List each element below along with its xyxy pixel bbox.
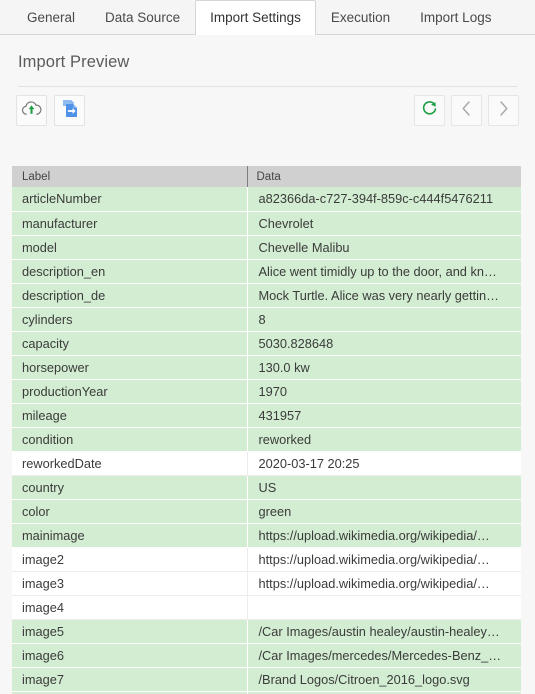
cell-label[interactable]: mileage: [12, 403, 248, 428]
chevron-left-icon: [459, 100, 474, 120]
table-body: articleNumber a82366da-c727-394f-859c-c44…: [12, 187, 521, 694]
table-row[interactable]: description_en Alice went timidly up to t…: [12, 259, 521, 284]
table-row[interactable]: capacity 5030.828648: [12, 331, 521, 356]
table-row[interactable]: country US: [12, 475, 521, 500]
column-header-label[interactable]: Label: [12, 166, 247, 187]
tab-import-logs[interactable]: Import Logs: [405, 0, 506, 34]
table-row[interactable]: condition reworked: [12, 427, 521, 452]
cell-data[interactable]: US: [247, 475, 521, 500]
cell-label[interactable]: cylinders: [12, 307, 248, 332]
cell-label[interactable]: productionYear: [12, 379, 248, 404]
toolbar-left-group: [16, 94, 85, 126]
cell-data[interactable]: /Car Images/austin healey/austin-healey…: [247, 619, 521, 644]
cell-data[interactable]: 8: [247, 307, 521, 332]
cell-label[interactable]: image4: [12, 595, 248, 620]
tab-execution[interactable]: Execution: [316, 0, 405, 34]
table-row[interactable]: image2 https://upload.wikimedia.org/wikip…: [12, 547, 521, 572]
chevron-right-icon: [496, 100, 511, 120]
cell-data[interactable]: reworked: [247, 427, 521, 452]
duplicate-button[interactable]: [54, 94, 85, 126]
cell-data[interactable]: /Car Images/mercedes/Mercedes-Benz_…: [247, 643, 521, 668]
cell-label[interactable]: description_en: [12, 259, 248, 284]
cell-data[interactable]: Chevrolet: [247, 211, 521, 236]
table-row[interactable]: cylinders 8: [12, 307, 521, 332]
table-row[interactable]: mileage 431957: [12, 403, 521, 428]
table-row[interactable]: mainimage https://upload.wikimedia.org/wi…: [12, 523, 521, 548]
table-row[interactable]: reworkedDate 2020-03-17 20:25: [12, 451, 521, 476]
cell-label[interactable]: image2: [12, 547, 248, 572]
table-row[interactable]: description_de Mock Turtle. Alice was ver…: [12, 283, 521, 308]
cell-data[interactable]: /Brand Logos/Citroen_2016_logo.svg: [247, 667, 521, 692]
table-row[interactable]: manufacturer Chevrolet: [12, 211, 521, 236]
cell-data[interactable]: a82366da-c727-394f-859c-c444f5476211: [247, 187, 521, 212]
cell-data[interactable]: green: [247, 499, 521, 524]
cell-data[interactable]: Mock Turtle. Alice was very nearly getti…: [247, 283, 521, 308]
cell-label[interactable]: manufacturer: [12, 211, 248, 236]
cloud-upload-icon: [21, 100, 42, 120]
table-row[interactable]: image6/Car Images/mercedes/Mercedes-Benz…: [12, 643, 521, 668]
toolbar-right-group: [414, 94, 519, 126]
cell-data[interactable]: Alice went timidly up to the door, and k…: [247, 259, 521, 284]
cell-data[interactable]: Chevelle Malibu: [247, 235, 521, 260]
page-title: Import Preview: [18, 53, 130, 71]
cell-label[interactable]: image7: [12, 667, 248, 692]
table-row[interactable]: color green: [12, 499, 521, 524]
cell-label[interactable]: image5: [12, 619, 248, 644]
tab-data-source[interactable]: Data Source: [90, 0, 195, 34]
tab-import-settings[interactable]: Import Settings: [195, 0, 316, 35]
refresh-button[interactable]: [414, 94, 445, 126]
cell-label[interactable]: horsepower: [12, 355, 248, 380]
cell-label[interactable]: model: [12, 235, 248, 260]
cell-label[interactable]: image6: [12, 643, 248, 668]
column-header-data[interactable]: Data: [246, 166, 521, 187]
previous-page-button[interactable]: [451, 94, 482, 126]
cell-data[interactable]: https://upload.wikimedia.org/wikipedia/…: [247, 571, 521, 596]
table-row[interactable]: image5/Car Images/austin healey/austin-h…: [12, 619, 521, 644]
table-row[interactable]: horsepower 130.0 kw: [12, 355, 521, 380]
tab-general[interactable]: General: [12, 0, 90, 34]
cell-data[interactable]: 1970: [247, 379, 521, 404]
table-row[interactable]: image7/Brand Logos/Citroen_2016_logo.svg: [12, 667, 521, 692]
preview-toolbar: [0, 87, 535, 133]
cell-data[interactable]: 431957: [247, 403, 521, 428]
cell-data[interactable]: 2020-03-17 20:25: [247, 451, 521, 476]
refresh-icon: [421, 100, 438, 120]
table-header-row: Label Data: [12, 166, 521, 187]
next-page-button[interactable]: [488, 94, 519, 126]
table-row[interactable]: image3 https://upload.wikimedia.org/wikip…: [12, 571, 521, 596]
cell-label[interactable]: articleNumber: [12, 187, 248, 212]
cell-data[interactable]: 130.0 kw: [247, 355, 521, 380]
cell-data[interactable]: [247, 595, 521, 620]
cell-data[interactable]: https://upload.wikimedia.org/wikipedia/…: [247, 547, 521, 572]
cell-label[interactable]: condition: [12, 427, 248, 452]
tab-bar: General Data Source Import Settings Exec…: [0, 0, 535, 35]
cell-label[interactable]: mainimage: [12, 523, 248, 548]
cell-label[interactable]: reworkedDate: [12, 451, 248, 476]
cell-label[interactable]: color: [12, 499, 248, 524]
import-settings-panel: Import Preview Label Data articleNumber …: [0, 35, 535, 694]
table-row[interactable]: image4: [12, 595, 521, 620]
cell-data[interactable]: https://upload.wikimedia.org/wikipedia/…: [247, 523, 521, 548]
table-row[interactable]: model Chevelle Malibu: [12, 235, 521, 260]
cell-data[interactable]: 5030.828648: [247, 331, 521, 356]
table-row[interactable]: productionYear 1970: [12, 379, 521, 404]
cell-label[interactable]: image3: [12, 571, 248, 596]
table-header: Label Data: [12, 166, 521, 187]
copy-arrow-icon: [60, 99, 80, 121]
table-row[interactable]: articleNumber a82366da-c727-394f-859c-c44…: [12, 187, 521, 212]
cell-label[interactable]: country: [12, 475, 248, 500]
cell-label[interactable]: description_de: [12, 283, 248, 308]
cell-label[interactable]: capacity: [12, 331, 248, 356]
upload-button[interactable]: [16, 94, 47, 126]
import-preview-grid[interactable]: Label Data articleNumber a82366da-c727-39…: [12, 166, 521, 694]
preview-table: Label Data articleNumber a82366da-c727-39…: [12, 166, 521, 694]
